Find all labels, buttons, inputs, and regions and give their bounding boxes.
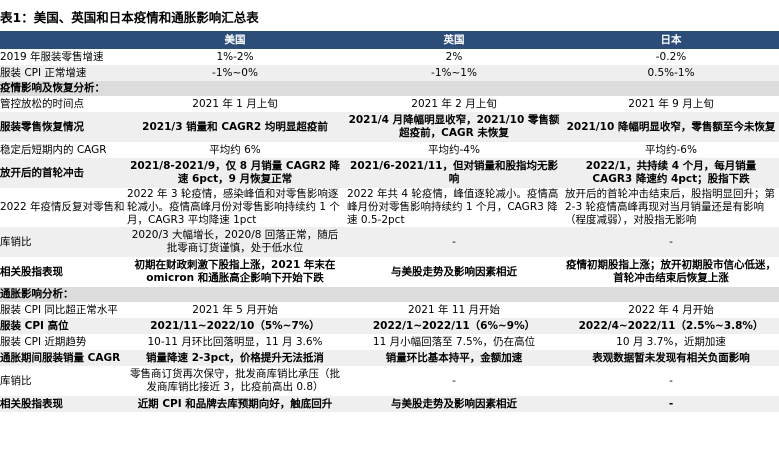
row-label: 服装 CPI 正常增速 [0, 65, 125, 81]
table-row: 库销比 零售商订货再次保守，批发商库销比承压（批发商库销比接近 3，比疫前高出 0… [0, 366, 779, 396]
table-title: 表1：美国、英国和日本疫情和通胀影响汇总表 [0, 10, 259, 25]
us-cell: 2022 年 3 轮疫情，感染峰值和对零售影响逐轮减小。疫情高峰月份对零售影响持… [127, 188, 340, 226]
section-header: 通胀影响分析： [0, 287, 779, 302]
header-cell-japan: 日本 [563, 31, 779, 49]
uk-cell: 2021 年 11 月开始 [407, 303, 501, 316]
table-header-row: 美国 英国 日本 [0, 31, 779, 49]
japan-cell: - [669, 374, 673, 387]
row-label: 管控放松的时间点 [0, 97, 84, 110]
japan-cell: 表观数据暂未发现有相关负面影响 [563, 350, 779, 366]
japan-cell: 2022/1，共持续 4 个月，每月销量 CAGR3 降速约 4pct；股指下跌 [563, 158, 779, 188]
table-row: 通胀期间服装销量 CAGR 销量降速 2-3pct，价格提升无法抵消 销量环比基本持… [0, 350, 779, 366]
us-cell: 初期在财政刺激下股指上涨，2021 年末在 omicron 和通胀高企影响下开始… [134, 259, 336, 284]
header-cell-uk: 英国 [345, 31, 563, 49]
row-label: 通胀期间服装销量 CAGR [0, 350, 125, 366]
table-row: 2022 年疫情反复对零售和股指的影响2022 年 3 轮疫情，感染峰值和对零售… [0, 188, 779, 227]
summary-table: 美国 英国 日本 2019 年服装零售增速 1%-2% 2% -0.2% 服装 CPI … [0, 31, 779, 412]
row-label: 相关股指表现 [0, 265, 63, 278]
uk-cell: 销量环比基本持平，金额加速 [345, 350, 563, 366]
section-header: 疫情影响及恢复分析： [0, 81, 779, 96]
uk-cell: 2% [445, 50, 463, 63]
header-cell-us: 美国 [125, 31, 345, 49]
uk-cell: 与美股走势及影响因素相近 [345, 396, 563, 412]
table-row: 放开后的首轮冲击 2021/8-2021/9，仅 8 月销量 CAGR2 降速 6… [0, 158, 779, 188]
japan-cell: -0.2% [655, 50, 687, 63]
us-cell: 平均约 6% [209, 143, 261, 156]
japan-cell: 2021/10 降幅明显收窄，零售额至今未恢复 [563, 112, 779, 142]
row-label: 2019 年服装零售增速 [0, 50, 104, 63]
table-row: 2019 年服装零售增速 1%-2% 2% -0.2% [0, 49, 779, 65]
uk-cell: 平均约-4% [428, 143, 480, 156]
table-body: 2019 年服装零售增速 1%-2% 2% -0.2% 服装 CPI 正常增速 -1%~0… [0, 49, 779, 412]
uk-cell: - [452, 374, 456, 387]
row-label: 稳定后短期内的 CAGR [0, 143, 107, 156]
table-row: 服装 CPI 近期趋势 10-11 月环比回落明显，11 月 3.6% 11 月小幅… [0, 334, 779, 350]
us-cell: 2021 年 1 月上旬 [192, 97, 278, 110]
uk-cell: 2021/4 月降幅明显收窄，2021/10 零售额超疫前，CAGR 未恢复 [345, 112, 563, 142]
uk-cell: 2021/6-2021/11，但对销量和股指均无影响 [345, 158, 563, 188]
table-row: 库销比 2020/3 大幅增长，2020/8 回落正常，随后批零商订货谨慎，处于低… [0, 227, 779, 257]
uk-cell: 与美股走势及影响因素相近 [391, 265, 517, 278]
row-label: 库销比 [0, 374, 32, 387]
us-cell: 2021 年 5 月开始 [192, 303, 278, 316]
us-cell: 零售商订货再次保守，批发商库销比承压（批发商库销比接近 3，比疫前高出 0.8） [130, 368, 340, 393]
row-label: 服装零售恢复情况 [0, 112, 125, 142]
row-label: 服装 CPI 近期趋势 [0, 335, 87, 348]
row-label: 相关股指表现 [0, 396, 125, 412]
japan-cell: 2021 年 9 月上旬 [628, 97, 714, 110]
table-row: 相关股指表现 近期 CPI 和品牌去库预期向好，触底回升 与美股走势及影响因素相近 - [0, 396, 779, 412]
japan-cell: 10 月 3.7%，近期加速 [616, 335, 726, 348]
table-row: 服装零售恢复情况 2021/3 销量和 CAGR2 均明显超疫前 2021/4 月降… [0, 112, 779, 142]
us-cell: 2020/3 大幅增长，2020/8 回落正常，随后批零商订货谨慎，处于低水位 [125, 227, 345, 257]
japan-cell: - [563, 396, 779, 412]
row-label: 2022 年疫情反复对零售和股指的影响 [0, 201, 125, 213]
us-cell: 2021/11~2022/10（5%~7%） [125, 318, 345, 334]
japan-cell: 0.5%-1% [563, 65, 779, 81]
uk-cell: 11 月小幅回落至 7.5%，仍在高位 [372, 335, 536, 348]
table-row: 服装 CPI 正常增速 -1%~0% -1%~1% 0.5%-1% [0, 65, 779, 81]
uk-cell: 2022/1~2022/11（6%~9%） [345, 318, 563, 334]
row-label: 放开后的首轮冲击 [0, 158, 125, 188]
uk-cell: 2022 年共 4 轮疫情，峰值逐轮减小。疫情高峰月份对零售影响持续约 1 个月… [347, 188, 559, 226]
japan-cell: 放开后的首轮冲击结束后，股指明显回升；第 2-3 轮疫情高峰再现对当月销量还是有… [565, 188, 775, 226]
row-label: 服装 CPI 同比超正常水平 [0, 303, 118, 316]
table-row: 服装 CPI 同比超正常水平 2021 年 5 月开始 2021 年 11 月开始 2… [0, 302, 779, 318]
section-label: 疫情影响及恢复分析： [0, 81, 779, 96]
row-label: 服装 CPI 高位 [0, 318, 125, 334]
uk-cell: 2021 年 2 月上旬 [411, 97, 497, 110]
row-label: 库销比 [0, 227, 125, 257]
section-label: 通胀影响分析： [0, 287, 779, 302]
japan-cell: - [563, 227, 779, 257]
japan-cell: 2022 年 4 月开始 [628, 303, 714, 316]
us-cell: 1%-2% [216, 50, 254, 63]
us-cell: -1%~0% [125, 65, 345, 81]
japan-cell: 疫情初期股指上涨；放开初期股市信心低迷，首轮冲击结束后恢复上涨 [566, 259, 776, 284]
japan-cell: 平均约-6% [645, 143, 697, 156]
table-row: 管控放松的时间点 2021 年 1 月上旬 2021 年 2 月上旬 2021 年 9… [0, 96, 779, 112]
us-cell: 10-11 月环比回落明显，11 月 3.6% [147, 335, 323, 348]
japan-cell: 2022/4~2022/11（2.5%~3.8%） [563, 318, 779, 334]
table-row: 服装 CPI 高位 2021/11~2022/10（5%~7%） 2022/1~20… [0, 318, 779, 334]
us-cell: 2021/3 销量和 CAGR2 均明显超疫前 [125, 112, 345, 142]
us-cell: 销量降速 2-3pct，价格提升无法抵消 [125, 350, 345, 366]
table-row: 相关股指表现 初期在财政刺激下股指上涨，2021 年末在 omicron 和通胀高… [0, 257, 779, 287]
us-cell: 近期 CPI 和品牌去库预期向好，触底回升 [125, 396, 345, 412]
header-cell-label [0, 31, 125, 49]
us-cell: 2021/8-2021/9，仅 8 月销量 CAGR2 降速 6pct，9 月恢… [125, 158, 345, 188]
uk-cell: -1%~1% [345, 65, 563, 81]
table-row: 稳定后短期内的 CAGR 平均约 6% 平均约-4% 平均约-6% [0, 142, 779, 158]
uk-cell: - [345, 227, 563, 257]
